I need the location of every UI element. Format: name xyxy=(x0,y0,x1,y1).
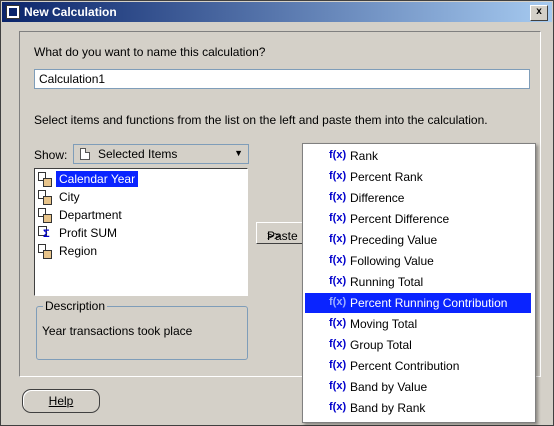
menu-item-label: Running Total xyxy=(350,275,424,289)
function-icon: f(x) xyxy=(329,212,347,224)
dimension-icon xyxy=(37,190,53,204)
menu-item-group-total[interactable]: f(x) Group Total xyxy=(305,335,531,355)
list-item[interactable]: Department xyxy=(37,206,245,224)
menu-item-band-by-rank[interactable]: f(x) Band by Rank xyxy=(305,398,531,418)
function-icon: f(x) xyxy=(329,191,347,203)
calculation-name-input[interactable]: Calculation1 xyxy=(34,69,530,89)
menu-item-label: Moving Total xyxy=(350,317,418,331)
menu-item-percent-difference[interactable]: f(x) Percent Difference xyxy=(305,209,531,229)
menu-item-running-total[interactable]: f(x) Running Total xyxy=(305,272,531,292)
description-text: Year transactions took place xyxy=(42,324,193,338)
description-group: Description Year transactions took place xyxy=(36,299,248,360)
list-item[interactable]: Σ Profit SUM xyxy=(37,224,245,242)
menu-item-label: Rank xyxy=(350,149,379,163)
menu-item-percent-running-contribution[interactable]: f(x) Percent Running Contribution xyxy=(305,293,531,313)
menu-item-difference[interactable]: f(x) Difference xyxy=(305,188,531,208)
document-icon xyxy=(80,148,90,160)
title-bar: New Calculation x xyxy=(2,2,552,22)
function-icon: f(x) xyxy=(329,254,347,266)
menu-item-label: Percent Running Contribution xyxy=(350,296,508,310)
description-legend: Description xyxy=(43,299,108,313)
close-button[interactable]: x xyxy=(530,5,548,21)
app-icon xyxy=(6,5,20,19)
list-item-label: Region xyxy=(59,244,98,258)
chevron-down-icon[interactable]: ▼ xyxy=(234,148,243,158)
function-icon: f(x) xyxy=(329,296,347,308)
list-item[interactable]: Calendar Year xyxy=(37,170,245,188)
function-icon: f(x) xyxy=(329,233,347,245)
help-button[interactable]: Help xyxy=(22,389,100,413)
menu-item-label: Percent Difference xyxy=(350,212,450,226)
items-list[interactable]: Calendar Year City Department Σ Profit S… xyxy=(34,168,248,296)
menu-item-label: Following Value xyxy=(350,254,434,268)
menu-item-preceding-value[interactable]: f(x) Preceding Value xyxy=(305,230,531,250)
dimension-icon xyxy=(37,208,53,222)
menu-item-percent-contribution[interactable]: f(x) Percent Contribution xyxy=(305,356,531,376)
function-icon: f(x) xyxy=(329,401,347,413)
list-item-label: City xyxy=(59,190,80,204)
show-dropdown-value: Selected Items xyxy=(98,147,178,161)
window-title: New Calculation xyxy=(24,5,117,19)
dimension-icon xyxy=(37,244,53,258)
function-icon: f(x) xyxy=(329,338,347,350)
list-item-label: Profit SUM xyxy=(59,226,118,240)
menu-item-band-by-value[interactable]: f(x) Band by Value xyxy=(305,377,531,397)
function-icon: f(x) xyxy=(329,359,347,371)
menu-item-rank[interactable]: f(x) Rank xyxy=(305,146,531,166)
menu-item-label: Percent Rank xyxy=(350,170,423,184)
menu-item-moving-total[interactable]: f(x) Moving Total xyxy=(305,314,531,334)
menu-item-label: Group Total xyxy=(350,338,412,352)
function-icon: f(x) xyxy=(329,170,347,182)
list-item-label: Department xyxy=(59,208,122,222)
show-label: Show: xyxy=(34,148,68,162)
function-icon: f(x) xyxy=(329,275,347,287)
menu-item-label: Percent Contribution xyxy=(350,359,460,373)
show-dropdown[interactable]: Selected Items ▼ xyxy=(73,144,249,164)
function-icon: f(x) xyxy=(329,317,347,329)
name-prompt: What do you want to name this calculatio… xyxy=(34,45,266,59)
menu-item-label: Difference xyxy=(350,191,405,205)
list-item-label: Calendar Year xyxy=(56,171,139,187)
help-label: Help xyxy=(48,394,74,408)
menu-item-label: Band by Value xyxy=(350,380,428,394)
list-item[interactable]: Region xyxy=(37,242,245,260)
paste-arrow-icon: >> xyxy=(267,229,282,243)
menu-item-following-value[interactable]: f(x) Following Value xyxy=(305,251,531,271)
function-menu: f(x) Rank f(x) Percent Rank f(x) Differe… xyxy=(302,143,536,423)
function-icon: f(x) xyxy=(329,149,347,161)
menu-item-label: Band by Rank xyxy=(350,401,426,415)
measure-sum-icon: Σ xyxy=(43,228,50,240)
list-item[interactable]: City xyxy=(37,188,245,206)
menu-item-label: Preceding Value xyxy=(350,233,438,247)
instructions-text: Select items and functions from the list… xyxy=(34,113,488,127)
function-icon: f(x) xyxy=(329,380,347,392)
menu-item-percent-rank[interactable]: f(x) Percent Rank xyxy=(305,167,531,187)
dimension-icon xyxy=(37,172,53,186)
